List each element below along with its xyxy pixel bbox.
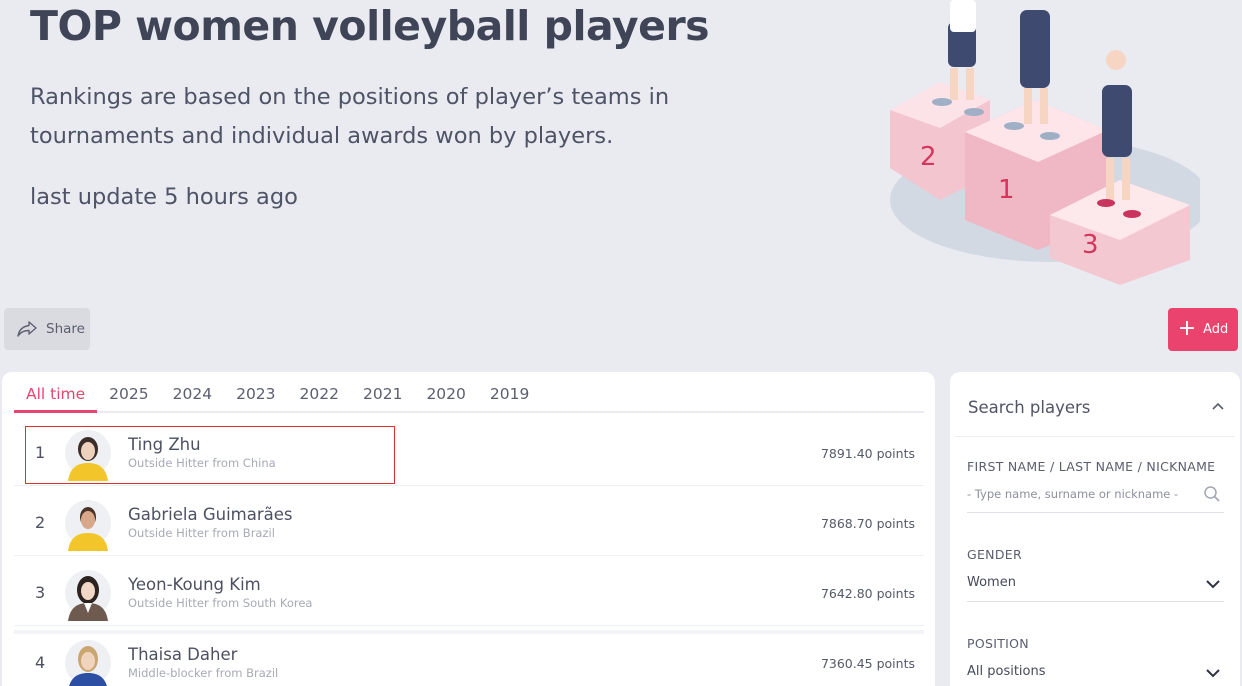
player-points: 7642.80 points bbox=[820, 586, 915, 601]
position-select[interactable]: All positions bbox=[967, 661, 1224, 686]
player-name[interactable]: Thaisa Daher bbox=[128, 645, 237, 664]
podium-number-3: 3 bbox=[1082, 230, 1099, 260]
rankings-panel: All time 2025 2024 2023 2022 2021 2020 2… bbox=[2, 372, 935, 686]
chevron-down-icon bbox=[1206, 669, 1220, 678]
tab-2020[interactable]: 2020 bbox=[414, 382, 477, 413]
page-description: Rankings are based on the positions of p… bbox=[30, 84, 670, 149]
plus-icon: + bbox=[1177, 315, 1197, 341]
add-button[interactable]: + Add bbox=[1168, 308, 1238, 351]
name-search-field bbox=[967, 483, 1224, 513]
player-name[interactable]: Ting Zhu bbox=[128, 435, 201, 454]
player-avatar bbox=[65, 570, 111, 621]
player-name[interactable]: Yeon-Koung Kim bbox=[128, 575, 261, 594]
tab-2019[interactable]: 2019 bbox=[478, 382, 541, 413]
player-name[interactable]: Gabriela Guimarães bbox=[128, 505, 292, 524]
player-avatar bbox=[65, 500, 111, 551]
player-row[interactable]: 4 Thaisa Daher Middle-blocker from Brazi… bbox=[14, 634, 924, 686]
share-label: Share bbox=[46, 321, 85, 337]
last-update-text: last update 5 hours ago bbox=[30, 184, 298, 210]
gender-select[interactable]: Women bbox=[967, 572, 1224, 602]
search-panel: Search players FIRST NAME / LAST NAME / … bbox=[950, 372, 1240, 686]
player-points: 7891.40 points bbox=[820, 446, 915, 461]
rank-number: 3 bbox=[35, 583, 46, 602]
podium-illustration: 2 1 3 bbox=[890, 0, 1200, 285]
search-panel-title: Search players bbox=[968, 398, 1091, 417]
tab-all-time[interactable]: All time bbox=[14, 382, 98, 413]
rank-number: 2 bbox=[35, 513, 46, 532]
player-description: Outside Hitter from China bbox=[128, 456, 276, 470]
player-avatar bbox=[65, 640, 111, 686]
search-icon[interactable] bbox=[1203, 485, 1221, 503]
chevron-down-icon bbox=[1206, 580, 1220, 589]
podium-number-2: 2 bbox=[920, 142, 937, 172]
gender-selected-value: Women bbox=[967, 575, 1016, 590]
add-label: Add bbox=[1203, 322, 1229, 337]
position-filter-label: POSITION bbox=[967, 636, 1029, 651]
rank-number: 4 bbox=[35, 653, 46, 672]
player-description: Outside Hitter from Brazil bbox=[128, 526, 275, 540]
player-points: 7360.45 points bbox=[820, 656, 915, 671]
rank-number: 1 bbox=[35, 443, 46, 462]
tab-2025[interactable]: 2025 bbox=[97, 382, 160, 413]
tab-2023[interactable]: 2023 bbox=[224, 382, 287, 413]
page-title: TOP women volleyball players bbox=[30, 2, 710, 50]
player-row[interactable]: 3 Yeon-Koung Kim Outside Hitter from Sou… bbox=[14, 564, 924, 626]
name-filter-label: FIRST NAME / LAST NAME / NICKNAME bbox=[967, 459, 1216, 474]
player-points: 7868.70 points bbox=[820, 516, 915, 531]
share-button[interactable]: Share bbox=[4, 308, 90, 350]
name-search-input[interactable] bbox=[967, 483, 1189, 505]
player-description: Outside Hitter from South Korea bbox=[128, 596, 313, 610]
tab-2022[interactable]: 2022 bbox=[288, 382, 351, 413]
player-row[interactable]: 2 Gabriela Guimarães Outside Hitter from… bbox=[14, 494, 924, 556]
player-description: Middle-blocker from Brazil bbox=[128, 666, 279, 680]
share-icon bbox=[17, 321, 37, 337]
tab-2021[interactable]: 2021 bbox=[351, 382, 414, 413]
chevron-up-icon[interactable] bbox=[1211, 401, 1225, 411]
search-panel-header[interactable]: Search players bbox=[955, 372, 1235, 437]
gender-filter-label: GENDER bbox=[967, 547, 1022, 562]
player-avatar bbox=[65, 430, 111, 481]
player-row[interactable]: 1 Ting Zhu Outside Hitter from China 789… bbox=[14, 424, 924, 486]
position-selected-value: All positions bbox=[967, 664, 1046, 679]
podium-number-1: 1 bbox=[998, 175, 1015, 205]
year-tabs: All time 2025 2024 2023 2022 2021 2020 2… bbox=[14, 382, 924, 413]
tab-2024[interactable]: 2024 bbox=[161, 382, 224, 413]
